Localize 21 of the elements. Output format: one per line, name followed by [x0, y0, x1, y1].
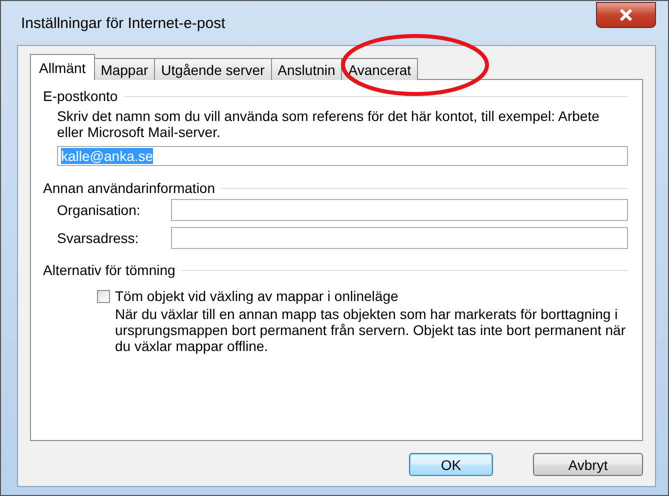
group-heading: E-postkonto — [43, 88, 118, 104]
checkbox-label: Töm objekt vid växling av mappar i onlineläge — [115, 288, 398, 304]
tab[interactable]: Utgående server — [154, 58, 272, 80]
field-label: Organisation: — [57, 202, 142, 218]
ok-button[interactable]: OK — [409, 453, 493, 476]
close-button[interactable] — [596, 2, 656, 28]
tab[interactable]: Anslutnin — [270, 58, 342, 80]
tab[interactable]: Mappar — [94, 58, 156, 80]
field-label: Svarsadress: — [57, 230, 140, 246]
tab[interactable]: Avancerat — [341, 58, 418, 80]
input-field[interactable] — [171, 199, 628, 221]
tab[interactable]: Allmänt — [30, 54, 95, 80]
window-title: Inställningar för Internet-e-post — [20, 14, 226, 32]
group-heading: Annan användarinformation — [43, 180, 216, 196]
group-heading: Alternativ för tömning — [43, 262, 176, 278]
cancel-button[interactable]: Avbryt — [533, 453, 643, 476]
close-icon — [618, 9, 634, 21]
description-text: När du växlar till en annan mapp tas objekten som har markerats för borttagning i ursprungsmappen bort permanent från servern. Objekt tas inte bort permanent när du växlar mappar offline. — [115, 306, 626, 354]
checkbox[interactable] — [97, 290, 110, 302]
description-text: Skriv det namn som du vill använda som referens för det här kontot, till exempel: Arbete eller Microsoft Mail-server. — [57, 108, 600, 140]
input-field[interactable] — [171, 227, 628, 249]
